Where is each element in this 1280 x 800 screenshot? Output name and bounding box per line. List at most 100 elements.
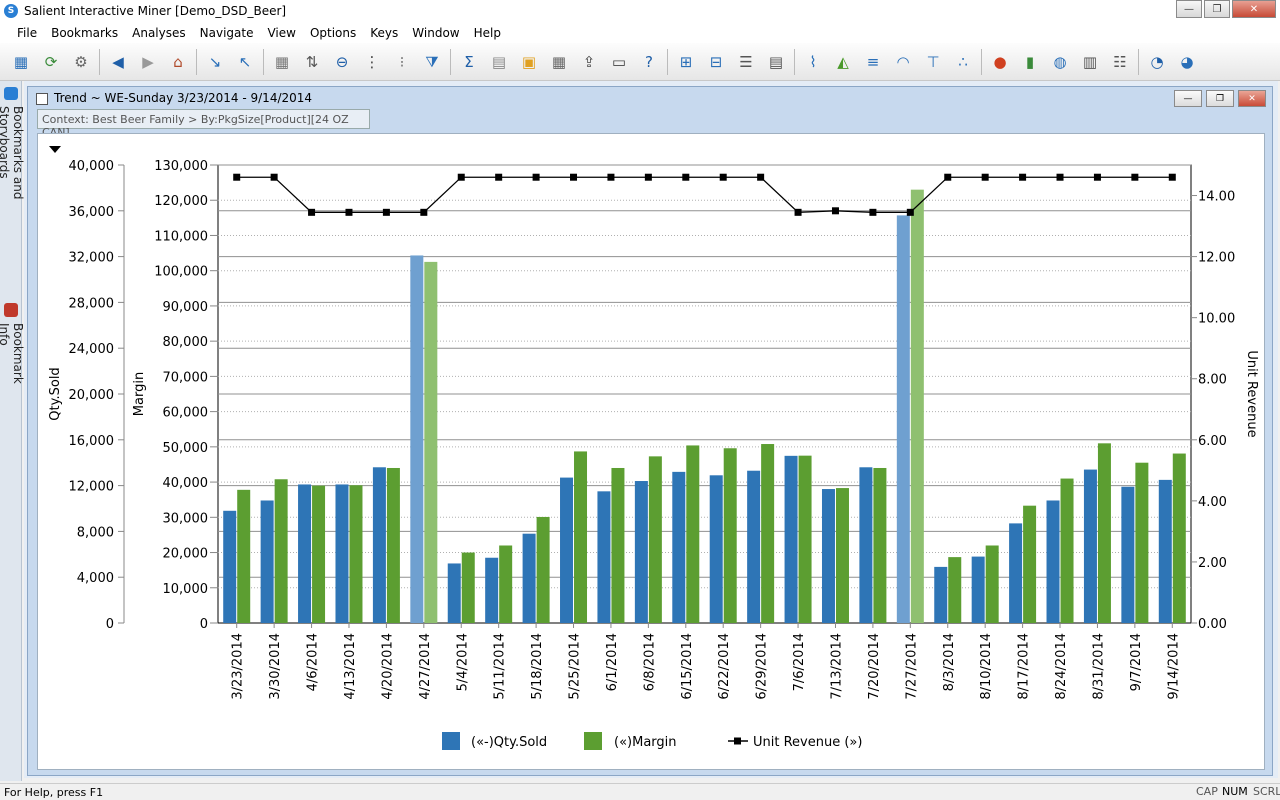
tree-icon[interactable]: ⊟ xyxy=(704,50,728,74)
traffic-light-icon[interactable]: ⁝ xyxy=(390,50,414,74)
margin-bar xyxy=(910,189,924,623)
menu-help[interactable]: Help xyxy=(467,26,508,40)
drill-down-icon[interactable]: ↘ xyxy=(203,50,227,74)
child-restore-button[interactable]: ❐ xyxy=(1206,90,1234,107)
funnel-icon[interactable]: ⧩ xyxy=(420,50,444,74)
drill-up-icon[interactable]: ↖ xyxy=(233,50,257,74)
restore-button[interactable]: ❐ xyxy=(1204,0,1230,18)
tab-bookmarks-and-storyboards[interactable]: Bookmarks and Storyboards xyxy=(0,83,25,268)
export-icon[interactable]: ⇪ xyxy=(577,50,601,74)
context-breadcrumb[interactable]: Context: Best Beer Family > By:PkgSize[P… xyxy=(37,109,370,139)
qty-bar xyxy=(372,467,386,623)
margin-tick-label: 0 xyxy=(200,617,208,632)
menu-view[interactable]: View xyxy=(260,26,302,40)
qty-bar xyxy=(709,475,723,623)
area-chart-icon[interactable]: ◭ xyxy=(831,50,855,74)
legend-swatch-margin xyxy=(584,732,602,750)
pie-icon[interactable]: ◕ xyxy=(1175,50,1199,74)
help-icon[interactable]: ? xyxy=(637,50,661,74)
bar-icon[interactable]: ▮ xyxy=(1018,50,1042,74)
margin-bar xyxy=(1172,453,1186,623)
qty-tick-label: 16,000 xyxy=(69,434,115,449)
qty-tick-label: 4,000 xyxy=(77,571,114,586)
revenue-point xyxy=(457,173,465,181)
menu-window[interactable]: Window xyxy=(405,26,466,40)
line-chart-icon[interactable]: ⌇ xyxy=(801,50,825,74)
menu-navigate[interactable]: Navigate xyxy=(193,26,261,40)
menu-bookmarks[interactable]: Bookmarks xyxy=(44,26,125,40)
globe-icon[interactable]: ◍ xyxy=(1048,50,1072,74)
curve-icon[interactable]: ◠ xyxy=(891,50,915,74)
margin-tick-label: 90,000 xyxy=(163,300,209,315)
settings-icon[interactable]: ⚙ xyxy=(69,50,93,74)
left-panel-strip: Bookmarks and Storyboards Bookmark Info xyxy=(0,81,25,781)
gantt-icon[interactable]: ☷ xyxy=(1108,50,1132,74)
x-tick-label: 5/11/2014 xyxy=(493,633,508,700)
toolbar-separator xyxy=(667,48,668,75)
sort-icon[interactable]: ⇅ xyxy=(300,50,324,74)
margin-tick-label: 100,000 xyxy=(154,265,208,280)
pie-export-icon[interactable]: ◔ xyxy=(1145,50,1169,74)
qty-bar xyxy=(410,255,424,623)
x-tick-label: 8/24/2014 xyxy=(1054,633,1069,700)
org-chart-icon[interactable]: ⊤ xyxy=(921,50,945,74)
margin-bar xyxy=(873,467,887,623)
bar-list-icon[interactable]: ≡ xyxy=(861,50,885,74)
menu-bar: File Bookmarks Analyses Navigate View Op… xyxy=(0,22,1280,43)
filter-icon[interactable]: ⊖ xyxy=(330,50,354,74)
child-minimize-button[interactable]: — xyxy=(1174,90,1202,107)
compare-icon[interactable]: ⋮ xyxy=(360,50,384,74)
bubble-icon[interactable]: ● xyxy=(988,50,1012,74)
revenue-tick-label: 6.00 xyxy=(1198,434,1227,449)
toolbar-separator xyxy=(196,48,197,75)
grid-icon[interactable]: ▦ xyxy=(270,50,294,74)
window-icon[interactable]: ▭ xyxy=(607,50,631,74)
chart-report-icon[interactable]: ▦ xyxy=(9,50,33,74)
margin-tick-label: 70,000 xyxy=(163,370,209,385)
revenue-point xyxy=(719,173,727,181)
menu-file[interactable]: File xyxy=(10,26,44,40)
child-close-button[interactable]: ✕ xyxy=(1238,90,1266,107)
revenue-point xyxy=(1019,173,1027,181)
menu-keys[interactable]: Keys xyxy=(363,26,405,40)
hierarchy-icon[interactable]: ⊞ xyxy=(674,50,698,74)
document-icon[interactable]: ▤ xyxy=(487,50,511,74)
qty-tick-label: 24,000 xyxy=(69,342,115,357)
revenue-point xyxy=(532,173,540,181)
package-icon[interactable]: ▣ xyxy=(517,50,541,74)
salient-logo-icon: S xyxy=(4,4,18,18)
x-tick-label: 3/23/2014 xyxy=(231,633,246,700)
refresh-icon[interactable]: ⟳ xyxy=(39,50,63,74)
toolbar-separator xyxy=(450,48,451,75)
revenue-tick-label: 4.00 xyxy=(1198,495,1227,510)
revenue-axis-label: Unit Revenue xyxy=(1244,350,1259,437)
toolbar: ▦ ⟳ ⚙ ◀ ▶ ⌂ ↘ ↖ ▦ ⇅ ⊖ ⋮ ⁝ ⧩ Σ ▤ ▣ ▦ ⇪ ▭? ⊞ ⊟ ☰ ▤ ⌇ ◭ ≡ ◠ ⊤ ∴ ● ▮ ◍ ▥ ☷ ◔ ◕ xyxy=(0,43,1280,81)
back-icon[interactable]: ◀ xyxy=(106,50,130,74)
list-icon[interactable]: ☰ xyxy=(734,50,758,74)
tab-label: Bookmark Info xyxy=(0,322,25,384)
margin-bar xyxy=(648,456,662,623)
margin-bar xyxy=(798,455,812,623)
revenue-point xyxy=(233,173,241,181)
x-tick-label: 6/15/2014 xyxy=(680,633,695,700)
home-icon[interactable]: ⌂ xyxy=(166,50,190,74)
table-icon[interactable]: ▤ xyxy=(764,50,788,74)
menu-options[interactable]: Options xyxy=(303,26,363,40)
sheet-icon[interactable]: ▥ xyxy=(1078,50,1102,74)
qty-bar xyxy=(784,455,798,623)
x-tick-label: 5/25/2014 xyxy=(568,633,583,700)
tab-bookmark-info[interactable]: Bookmark Info xyxy=(0,299,25,409)
close-button[interactable]: ✕ xyxy=(1232,0,1276,18)
menu-analyses[interactable]: Analyses xyxy=(125,26,193,40)
qty-tick-label: 12,000 xyxy=(69,480,115,495)
qty-bar xyxy=(485,557,499,623)
x-tick-label: 3/30/2014 xyxy=(268,633,283,700)
forward-icon[interactable]: ▶ xyxy=(136,50,160,74)
toolbar-separator xyxy=(981,48,982,75)
sum-icon[interactable]: Σ xyxy=(457,50,481,74)
calendar-icon[interactable]: ▦ xyxy=(547,50,571,74)
qty-bar xyxy=(896,215,910,623)
minimize-button[interactable]: — xyxy=(1176,0,1202,18)
revenue-tick-label: 2.00 xyxy=(1198,556,1227,571)
scatter-icon[interactable]: ∴ xyxy=(951,50,975,74)
